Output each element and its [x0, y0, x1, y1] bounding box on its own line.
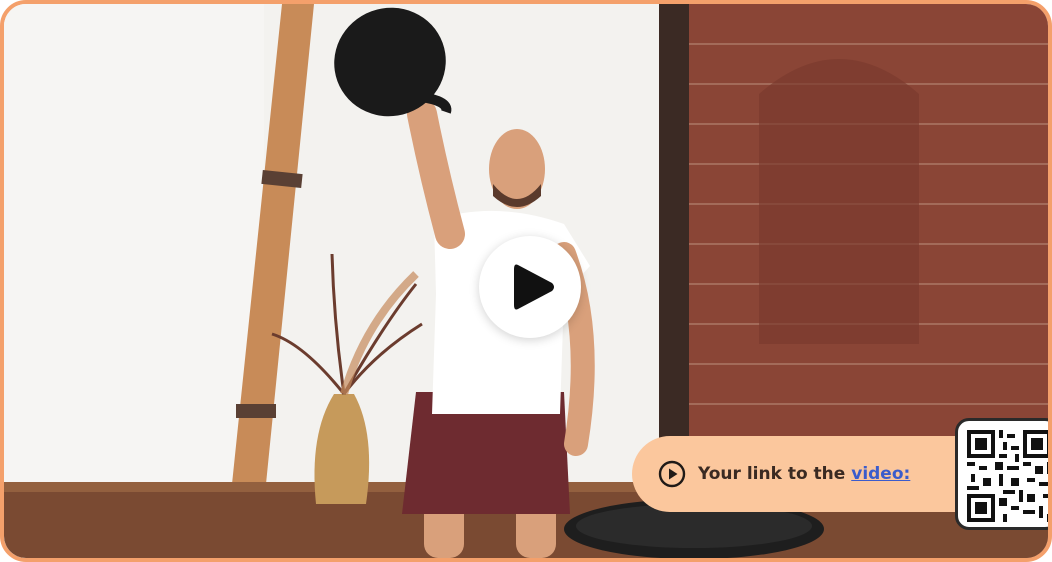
qr-code-icon	[967, 430, 1048, 522]
video-card: Your link to the video:	[0, 0, 1052, 562]
play-icon	[514, 264, 554, 310]
play-circle-icon	[658, 460, 686, 488]
video-link[interactable]: video:	[851, 464, 910, 484]
qr-code	[955, 418, 1048, 530]
video-link-prefix: Your link to the	[698, 464, 846, 484]
video-link-text: Your link to the video:	[698, 464, 910, 484]
play-button[interactable]	[479, 236, 581, 338]
